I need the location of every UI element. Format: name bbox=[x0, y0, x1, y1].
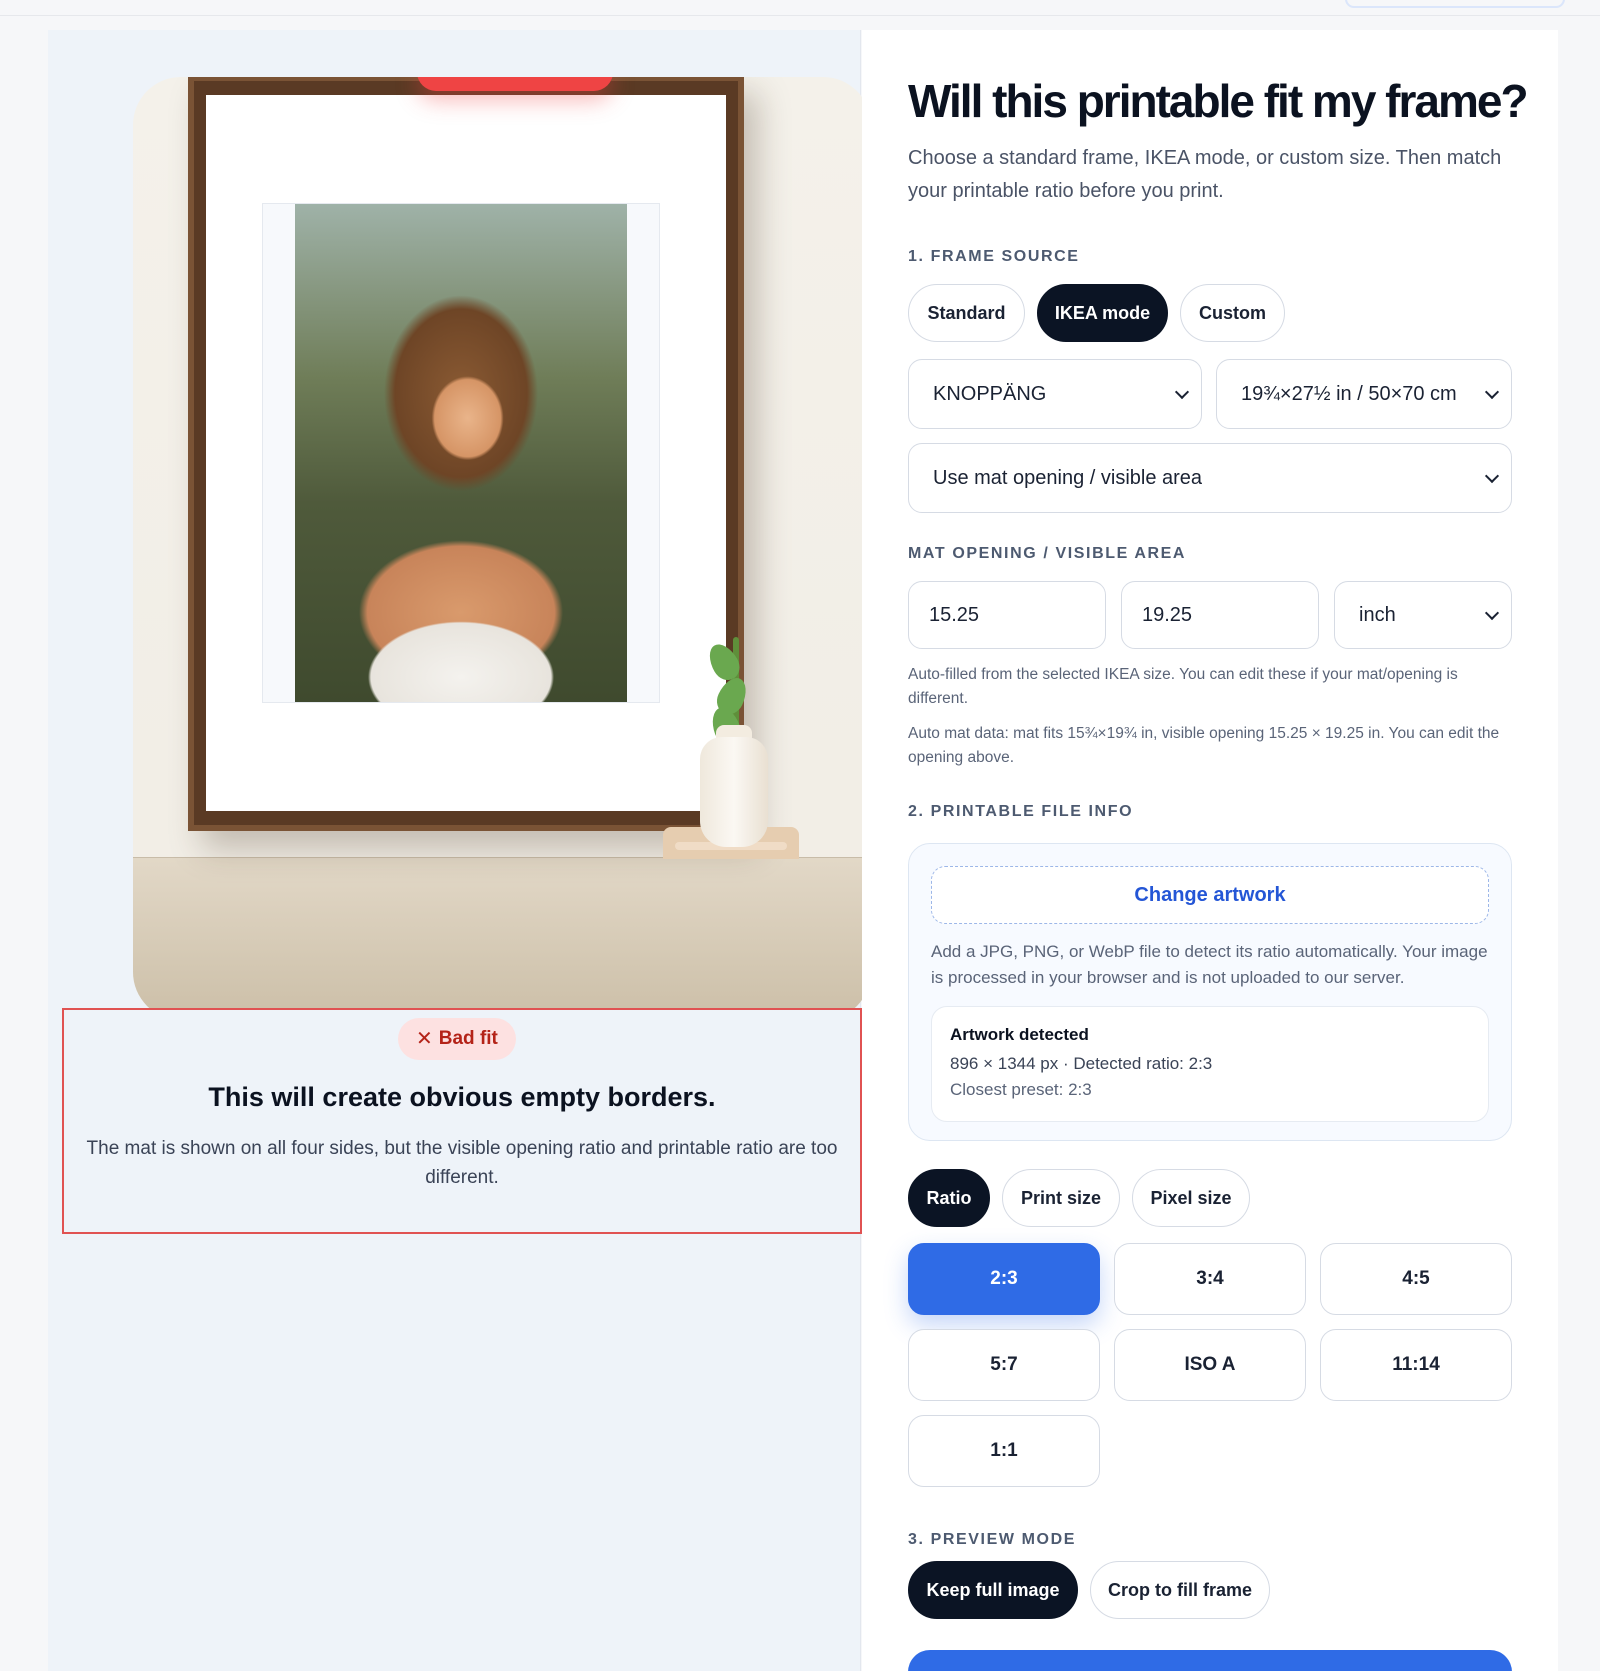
page-title: Will this printable fit my frame? bbox=[908, 75, 1529, 127]
mat-board bbox=[206, 95, 726, 811]
ratio-option-1-1[interactable]: 1:1 bbox=[908, 1415, 1100, 1487]
floor-surface bbox=[133, 857, 871, 1020]
ratio-option-iso-a[interactable]: ISO A bbox=[1114, 1329, 1306, 1401]
frame-size-select[interactable]: 19¾×27½ in / 50×70 cm bbox=[1216, 359, 1512, 429]
vase bbox=[700, 737, 768, 847]
ikea-frame-value: KNOPPÄNG bbox=[933, 382, 1047, 405]
frame-source-tabs: Standard IKEA mode Custom bbox=[908, 284, 1285, 342]
ikea-frame-select[interactable]: KNOPPÄNG bbox=[908, 359, 1202, 429]
preview-panel bbox=[48, 30, 871, 1671]
unit-select[interactable]: inch bbox=[1334, 581, 1512, 649]
tab-ikea-mode[interactable]: IKEA mode bbox=[1037, 284, 1168, 342]
tab-print-size[interactable]: Print size bbox=[1002, 1169, 1120, 1227]
mat-width-value: 15.25 bbox=[929, 603, 980, 626]
frame-preview-scene bbox=[133, 77, 871, 1020]
fit-badge-label: Bad fit bbox=[438, 1028, 498, 1049]
tab-crop-to-fill[interactable]: Crop to fill frame bbox=[1090, 1561, 1270, 1619]
ratio-mode-tabs: Ratio Print size Pixel size bbox=[908, 1169, 1250, 1227]
ratio-option-4-5[interactable]: 4:5 bbox=[1320, 1243, 1512, 1315]
area-mode-select[interactable]: Use mat opening / visible area bbox=[908, 443, 1512, 513]
mat-height-input[interactable]: 19.25 bbox=[1121, 581, 1319, 649]
mat-opening-label: MAT OPENING / VISIBLE AREA bbox=[908, 545, 1187, 562]
fit-title: This will create obvious empty borders. bbox=[208, 1082, 716, 1112]
chevron-down-icon bbox=[1484, 468, 1500, 484]
upload-card: Change artwork Add a JPG, PNG, or WebP f… bbox=[908, 843, 1512, 1141]
unit-value: inch bbox=[1359, 603, 1396, 626]
frame-size-value: 19¾×27½ in / 50×70 cm bbox=[1241, 382, 1457, 405]
chevron-down-icon bbox=[1484, 605, 1500, 621]
mat-opening bbox=[262, 203, 660, 703]
tab-pixel-size[interactable]: Pixel size bbox=[1132, 1169, 1250, 1227]
change-artwork-button[interactable]: Change artwork bbox=[931, 866, 1489, 924]
mat-hint-autofill: Auto-filled from the selected IKEA size.… bbox=[908, 666, 1458, 707]
mat-width-input[interactable]: 15.25 bbox=[908, 581, 1106, 649]
preview-mode-tabs: Keep full image Crop to fill frame bbox=[908, 1561, 1270, 1619]
preview-mode-label: 3. PREVIEW MODE bbox=[908, 1531, 1077, 1548]
ratio-presets: 2:3 3:4 4:5 5:7 ISO A 11:14 1:1 bbox=[908, 1243, 1512, 1487]
tab-ratio[interactable]: Ratio bbox=[908, 1169, 990, 1227]
ratio-option-2-3[interactable]: 2:3 bbox=[908, 1243, 1100, 1315]
chevron-down-icon bbox=[1484, 384, 1500, 400]
upload-note: Add a JPG, PNG, or WebP file to detect i… bbox=[931, 942, 1488, 987]
close-icon: ✕ bbox=[416, 1028, 433, 1050]
ratio-option-5-7[interactable]: 5:7 bbox=[908, 1329, 1100, 1401]
primary-action-button[interactable] bbox=[908, 1650, 1512, 1671]
artwork-image bbox=[295, 204, 627, 702]
closest-preset: Closest preset: 2:3 bbox=[950, 1080, 1092, 1099]
tab-custom[interactable]: Custom bbox=[1180, 284, 1285, 342]
tab-keep-full-image[interactable]: Keep full image bbox=[908, 1561, 1078, 1619]
chevron-down-icon bbox=[1174, 384, 1190, 400]
bad-fit-badge: ✕ Bad fit bbox=[398, 1018, 516, 1060]
artwork-detected-card: Artwork detected 896 × 1344 px · Detecte… bbox=[931, 1006, 1489, 1122]
mat-height-value: 19.25 bbox=[1142, 603, 1193, 626]
picture-frame bbox=[188, 77, 744, 831]
fit-result-card: ✕ Bad fit This will create obvious empty… bbox=[62, 1008, 862, 1234]
detected-dimensions: 896 × 1344 px · Detected ratio: 2:3 bbox=[950, 1054, 1213, 1073]
detected-title: Artwork detected bbox=[950, 1025, 1089, 1044]
area-mode-value: Use mat opening / visible area bbox=[933, 466, 1203, 489]
file-info-label: 2. PRINTABLE FILE INFO bbox=[908, 803, 1134, 820]
ratio-option-3-4[interactable]: 3:4 bbox=[1114, 1243, 1306, 1315]
controls-panel: Will this printable fit my frame? Choose… bbox=[862, 30, 1558, 1671]
fit-alert-pill bbox=[417, 77, 613, 91]
page-subtitle: Choose a standard frame, IKEA mode, or c… bbox=[908, 147, 1502, 202]
ratio-option-11-14[interactable]: 11:14 bbox=[1320, 1329, 1512, 1401]
tab-standard[interactable]: Standard bbox=[908, 284, 1025, 342]
mat-hint-auto-data: Auto mat data: mat fits 15¾×19¾ in, visi… bbox=[908, 725, 1500, 766]
fit-description: The mat is shown on all four sides, but … bbox=[86, 1138, 838, 1188]
frame-source-label: 1. FRAME SOURCE bbox=[908, 248, 1080, 265]
top-bar bbox=[0, 0, 1600, 16]
top-bar-button[interactable] bbox=[1345, 0, 1565, 8]
